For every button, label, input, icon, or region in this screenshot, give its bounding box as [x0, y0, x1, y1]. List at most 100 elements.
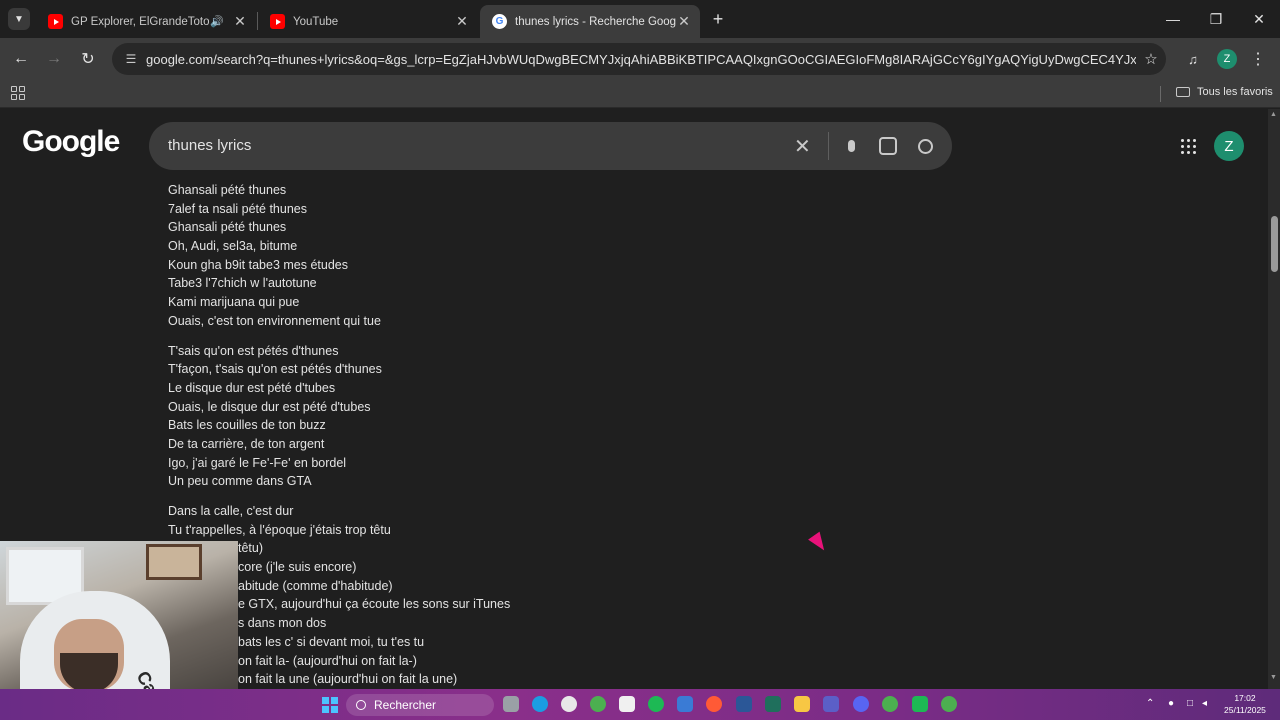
taskbar-clock[interactable]: 17:02 25/11/2025 — [1224, 692, 1266, 716]
tab-search-button[interactable]: ▼ — [8, 8, 30, 30]
app-icon[interactable] — [765, 696, 781, 712]
lyric-line: Ouais, c'est ton environnement qui tue — [168, 313, 381, 328]
app-icon[interactable] — [561, 696, 577, 712]
menu-icon[interactable]: ⋮ — [1245, 46, 1271, 72]
lyric-line: Oh, Audi, sel3a, bitume — [168, 239, 298, 254]
google-icon: G — [492, 14, 507, 29]
scroll-up-icon[interactable]: ▲ — [1270, 111, 1277, 118]
lyric-line: T'sais qu'on est pétés d'thunes — [168, 343, 339, 358]
lyric-line: Tu t'rappelles, à l'époque j'étais trop … — [168, 522, 391, 537]
webcam-background-frame — [146, 544, 202, 580]
file-explorer-icon[interactable] — [794, 696, 810, 712]
restore-button[interactable]: ❐ — [1194, 0, 1238, 38]
scrollbar-thumb[interactable] — [1271, 216, 1278, 272]
task-view-icon[interactable] — [503, 696, 519, 712]
youtube-icon — [270, 14, 285, 29]
lyric-line: Bats les couilles de ton buzz — [168, 418, 326, 433]
tab-google-search[interactable]: G thunes lyrics - Recherche Google ✕ — [480, 5, 700, 38]
lyric-line: Le disque dur est pété d'tubes — [168, 380, 336, 395]
taskbar-search[interactable]: Rechercher — [346, 694, 494, 716]
tab-youtube[interactable]: YouTube ✕ — [258, 5, 478, 38]
url-text[interactable]: google.com/search?q=thunes+lyrics&oq=&gs… — [146, 52, 1136, 67]
address-bar[interactable]: ☰ google.com/search?q=thunes+lyrics&oq=&… — [112, 43, 1166, 75]
bookmarks-bar: Tous les favoris — [0, 80, 1280, 108]
minimize-button[interactable]: — — [1151, 0, 1195, 38]
windows-taskbar: Rechercher ⌃ ● □ ◂ 17:02 25/11/2025 — [0, 689, 1280, 720]
search-box[interactable]: thunes lyrics ✕ — [149, 122, 952, 170]
page-scrollbar[interactable]: ▲ ▼ — [1268, 109, 1280, 689]
lyric-line: Ghansali pété thunes — [168, 183, 287, 197]
teams-icon[interactable] — [823, 696, 839, 712]
bookmarks-separator — [1160, 86, 1161, 102]
search-divider — [828, 132, 829, 160]
lyric-line: De ta carrière, de ton argent — [168, 436, 325, 451]
tab-title: thunes lyrics - Recherche Google — [515, 15, 676, 28]
lyric-line: Un peu comme dans GTA — [168, 474, 312, 489]
volume-icon[interactable]: ◂ — [1202, 698, 1207, 709]
discord-icon[interactable] — [853, 696, 869, 712]
lyrics-stanza: Ghansali pété thunes 7alef ta nsali pété… — [168, 181, 510, 331]
browser-toolbar: ← → ↻ ☰ google.com/search?q=thunes+lyric… — [0, 38, 1280, 80]
store-icon[interactable] — [619, 696, 635, 712]
spotify-icon[interactable] — [648, 696, 664, 712]
close-tab-icon[interactable]: ✕ — [676, 13, 692, 30]
close-tab-icon[interactable]: ✕ — [232, 13, 248, 30]
network-icon[interactable]: □ — [1187, 698, 1193, 709]
clock-date: 25/11/2025 — [1224, 705, 1266, 715]
search-icon — [356, 700, 366, 710]
windows-start-icon[interactable] — [322, 697, 338, 713]
tray-chevron-icon[interactable]: ⌃ — [1146, 698, 1154, 709]
app-icon[interactable] — [677, 696, 693, 712]
tab-strip: ▼ GP Explorer, ElGrandeToto, Ze 🔊 ✕ YouT… — [0, 0, 1280, 38]
google-logo[interactable]: Google — [22, 125, 120, 159]
bookmark-star-icon[interactable]: ☆ — [1136, 50, 1166, 68]
app-icon[interactable] — [912, 696, 928, 712]
app-icon[interactable] — [706, 696, 722, 712]
mouse-cursor — [808, 531, 830, 555]
tab-gp-explorer[interactable]: GP Explorer, ElGrandeToto, Ze 🔊 ✕ — [36, 5, 256, 38]
lyric-line: Ghansali pété thunes — [168, 220, 287, 235]
clear-search-icon[interactable]: ✕ — [794, 134, 811, 159]
forward-button[interactable]: → — [41, 46, 67, 72]
lyric-line: Kami marijuana qui pue — [168, 295, 300, 310]
media-control-icon[interactable]: ♫ — [1180, 46, 1206, 72]
folder-icon — [1176, 87, 1190, 97]
youtube-icon — [48, 14, 63, 29]
close-window-button[interactable]: ✕ — [1237, 0, 1280, 38]
speaker-icon[interactable]: 🔊 — [210, 15, 224, 28]
taskbar-search-label: Rechercher — [374, 698, 437, 712]
back-button[interactable]: ← — [8, 46, 34, 72]
tab-title: GP Explorer, ElGrandeToto, Ze — [71, 15, 211, 28]
lyric-line: T'façon, t'sais qu'on est pétés d'thunes — [168, 362, 382, 377]
lyric-line: Koun gha b9it tabe3 mes études — [168, 257, 348, 272]
app-icon[interactable] — [736, 696, 752, 712]
search-icon[interactable] — [914, 135, 936, 157]
google-account-avatar[interactable]: Z — [1214, 131, 1244, 161]
lyric-line: Igo, j'ai garé le Fe'-Fe' en bordel — [168, 455, 347, 470]
chrome-icon[interactable] — [882, 696, 898, 712]
lyric-line: 7alef ta nsali pété thunes — [168, 201, 307, 216]
search-input[interactable]: thunes lyrics — [168, 137, 251, 154]
new-tab-button[interactable]: + — [707, 8, 729, 30]
lyric-line: Ouais, le disque dur est pété d'tubes — [168, 399, 371, 414]
edge-icon[interactable] — [532, 696, 548, 712]
all-bookmarks-folder[interactable]: Tous les favoris — [1176, 86, 1273, 98]
chrome-icon[interactable] — [590, 696, 606, 712]
scroll-down-icon[interactable]: ▼ — [1270, 674, 1277, 681]
reload-button[interactable]: ↻ — [75, 46, 101, 72]
site-info-icon[interactable]: ☰ — [116, 52, 146, 66]
google-lens-icon[interactable] — [877, 135, 899, 157]
close-tab-icon[interactable]: ✕ — [454, 13, 470, 30]
clock-time: 17:02 — [1234, 693, 1256, 703]
tab-title: YouTube — [293, 15, 339, 28]
lyric-line: Dans la calle, c'est dur — [168, 504, 294, 518]
apps-grid-icon[interactable] — [11, 86, 25, 100]
google-apps-icon[interactable] — [1181, 139, 1196, 154]
microphone-tray-icon[interactable]: ● — [1168, 698, 1174, 709]
lyric-line: Tabe3 l'7chich w l'autotune — [168, 276, 317, 291]
microphone-icon[interactable] — [840, 135, 862, 157]
chrome-icon[interactable] — [941, 696, 957, 712]
all-bookmarks-label: Tous les favoris — [1197, 86, 1273, 98]
lyrics-stanza: T'sais qu'on est pétés d'thunes T'façon,… — [168, 342, 510, 492]
profile-avatar[interactable]: Z — [1217, 49, 1237, 69]
